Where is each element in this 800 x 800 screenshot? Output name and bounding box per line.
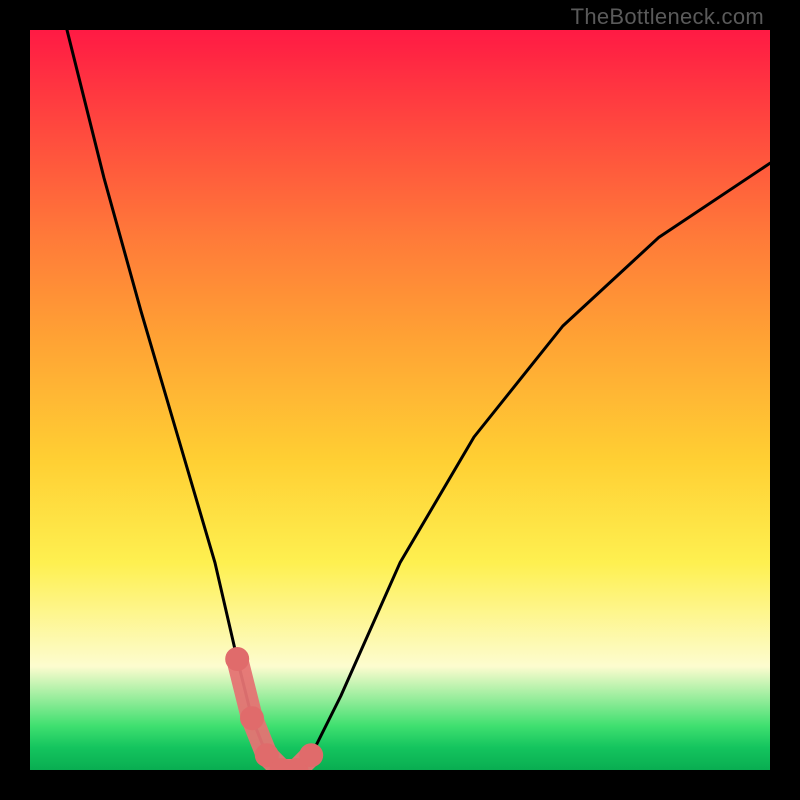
optimal-zone-marker [225, 647, 249, 671]
watermark-text: TheBottleneck.com [571, 4, 764, 30]
optimal-zone-marker [299, 743, 323, 767]
bottleneck-curve [67, 30, 770, 770]
optimal-zone-marker [240, 706, 264, 730]
curve-layer [30, 30, 770, 770]
plot-area [30, 30, 770, 770]
